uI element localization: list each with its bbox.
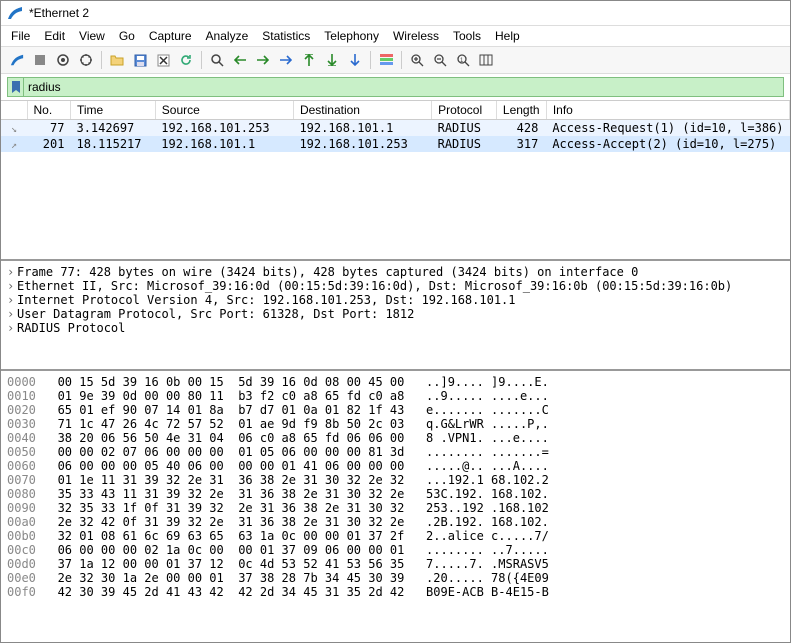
col-source[interactable]: Source — [155, 101, 293, 120]
toolbar: 1 — [1, 47, 790, 74]
detail-line[interactable]: ›User Datagram Protocol, Src Port: 61328… — [7, 307, 784, 321]
toolbar-separator — [201, 51, 202, 69]
col-protocol[interactable]: Protocol — [432, 101, 497, 120]
detail-line[interactable]: ›Internet Protocol Version 4, Src: 192.1… — [7, 293, 784, 307]
col-time[interactable]: Time — [70, 101, 155, 120]
save-file-icon[interactable] — [130, 50, 150, 70]
menu-telephony[interactable]: Telephony — [324, 29, 379, 43]
go-forward-icon[interactable] — [253, 50, 273, 70]
menu-go[interactable]: Go — [119, 29, 135, 43]
capture-options-icon[interactable] — [76, 50, 96, 70]
col-destination[interactable]: Destination — [293, 101, 431, 120]
bookmark-filter-icon[interactable] — [7, 77, 23, 97]
toolbar-separator — [101, 51, 102, 69]
close-file-icon[interactable] — [153, 50, 173, 70]
expand-icon[interactable]: › — [7, 279, 17, 293]
request-arrow-icon: ↘ — [7, 124, 21, 135]
packet-bytes-pane[interactable]: 0000 00 15 5d 39 16 0b 00 15 5d 39 16 0d… — [1, 371, 790, 642]
stop-capture-icon[interactable] — [30, 50, 50, 70]
zoom-in-icon[interactable] — [407, 50, 427, 70]
menu-file[interactable]: File — [11, 29, 30, 43]
display-filter-input[interactable] — [23, 77, 784, 97]
menu-capture[interactable]: Capture — [149, 29, 192, 43]
col-length[interactable]: Length — [496, 101, 546, 120]
detail-line[interactable]: ›RADIUS Protocol — [7, 321, 784, 335]
toolbar-separator — [370, 51, 371, 69]
packet-details-pane[interactable]: ›Frame 77: 428 bytes on wire (3424 bits)… — [1, 261, 790, 371]
expand-icon[interactable]: › — [7, 265, 17, 279]
resize-columns-icon[interactable] — [476, 50, 496, 70]
expand-icon[interactable]: › — [7, 293, 17, 307]
window-title: *Ethernet 2 — [29, 6, 89, 20]
packet-row[interactable]: ↘ 77 3.142697 192.168.101.253 192.168.10… — [1, 120, 790, 137]
app-icon — [7, 5, 23, 21]
packet-row[interactable]: ↗ 201 18.115217 192.168.101.1 192.168.10… — [1, 136, 790, 152]
menu-edit[interactable]: Edit — [44, 29, 65, 43]
menu-wireless[interactable]: Wireless — [393, 29, 439, 43]
menu-view[interactable]: View — [79, 29, 105, 43]
open-file-icon[interactable] — [107, 50, 127, 70]
menu-tools[interactable]: Tools — [453, 29, 481, 43]
menu-analyze[interactable]: Analyze — [206, 29, 249, 43]
detail-line[interactable]: ›Frame 77: 428 bytes on wire (3424 bits)… — [7, 265, 784, 279]
go-last-icon[interactable] — [322, 50, 342, 70]
detail-line[interactable]: ›Ethernet II, Src: Microsof_39:16:0d (00… — [7, 279, 784, 293]
expand-icon[interactable]: › — [7, 307, 17, 321]
packet-list-pane[interactable]: No. Time Source Destination Protocol Len… — [1, 101, 790, 261]
find-packet-icon[interactable] — [207, 50, 227, 70]
go-first-icon[interactable] — [299, 50, 319, 70]
reload-file-icon[interactable] — [176, 50, 196, 70]
auto-scroll-icon[interactable] — [345, 50, 365, 70]
display-filter-row — [1, 74, 790, 101]
start-capture-icon[interactable] — [7, 50, 27, 70]
packet-table: No. Time Source Destination Protocol Len… — [1, 101, 790, 152]
menu-help[interactable]: Help — [495, 29, 520, 43]
menubar: File Edit View Go Capture Analyze Statis… — [1, 26, 790, 47]
colorize-icon[interactable] — [376, 50, 396, 70]
zoom-out-icon[interactable] — [430, 50, 450, 70]
go-to-packet-icon[interactable] — [276, 50, 296, 70]
titlebar: *Ethernet 2 — [1, 1, 790, 26]
menu-statistics[interactable]: Statistics — [262, 29, 310, 43]
reply-arrow-icon: ↗ — [7, 140, 21, 151]
expand-icon[interactable]: › — [7, 321, 17, 335]
col-info[interactable]: Info — [546, 101, 789, 120]
zoom-reset-icon[interactable]: 1 — [453, 50, 473, 70]
toolbar-separator — [401, 51, 402, 69]
restart-capture-icon[interactable] — [53, 50, 73, 70]
col-no[interactable]: No. — [27, 101, 70, 120]
go-back-icon[interactable] — [230, 50, 250, 70]
